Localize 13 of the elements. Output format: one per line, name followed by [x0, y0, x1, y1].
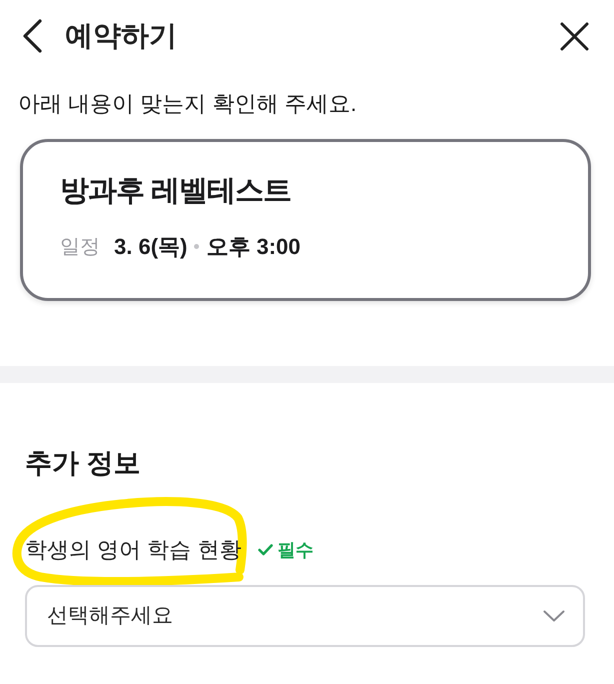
schedule-date: 3. 6(목) — [114, 233, 188, 261]
page-title: 예약하기 — [65, 19, 177, 53]
chevron-down-icon — [543, 610, 565, 622]
instruction-text: 아래 내용이 맞는지 확인해 주세요. — [18, 90, 358, 118]
event-title: 방과후 레벨테스트 — [60, 174, 292, 209]
required-label: 필수 — [277, 538, 314, 562]
close-icon — [560, 22, 588, 50]
select-field[interactable]: 선택해주세요 — [25, 585, 585, 647]
chevron-left-icon — [21, 19, 43, 53]
schedule-label: 일정 — [60, 234, 100, 260]
close-button[interactable] — [559, 21, 589, 51]
section-heading: 추가 정보 — [25, 447, 141, 480]
schedule-time: 오후 3:00 — [206, 233, 301, 261]
